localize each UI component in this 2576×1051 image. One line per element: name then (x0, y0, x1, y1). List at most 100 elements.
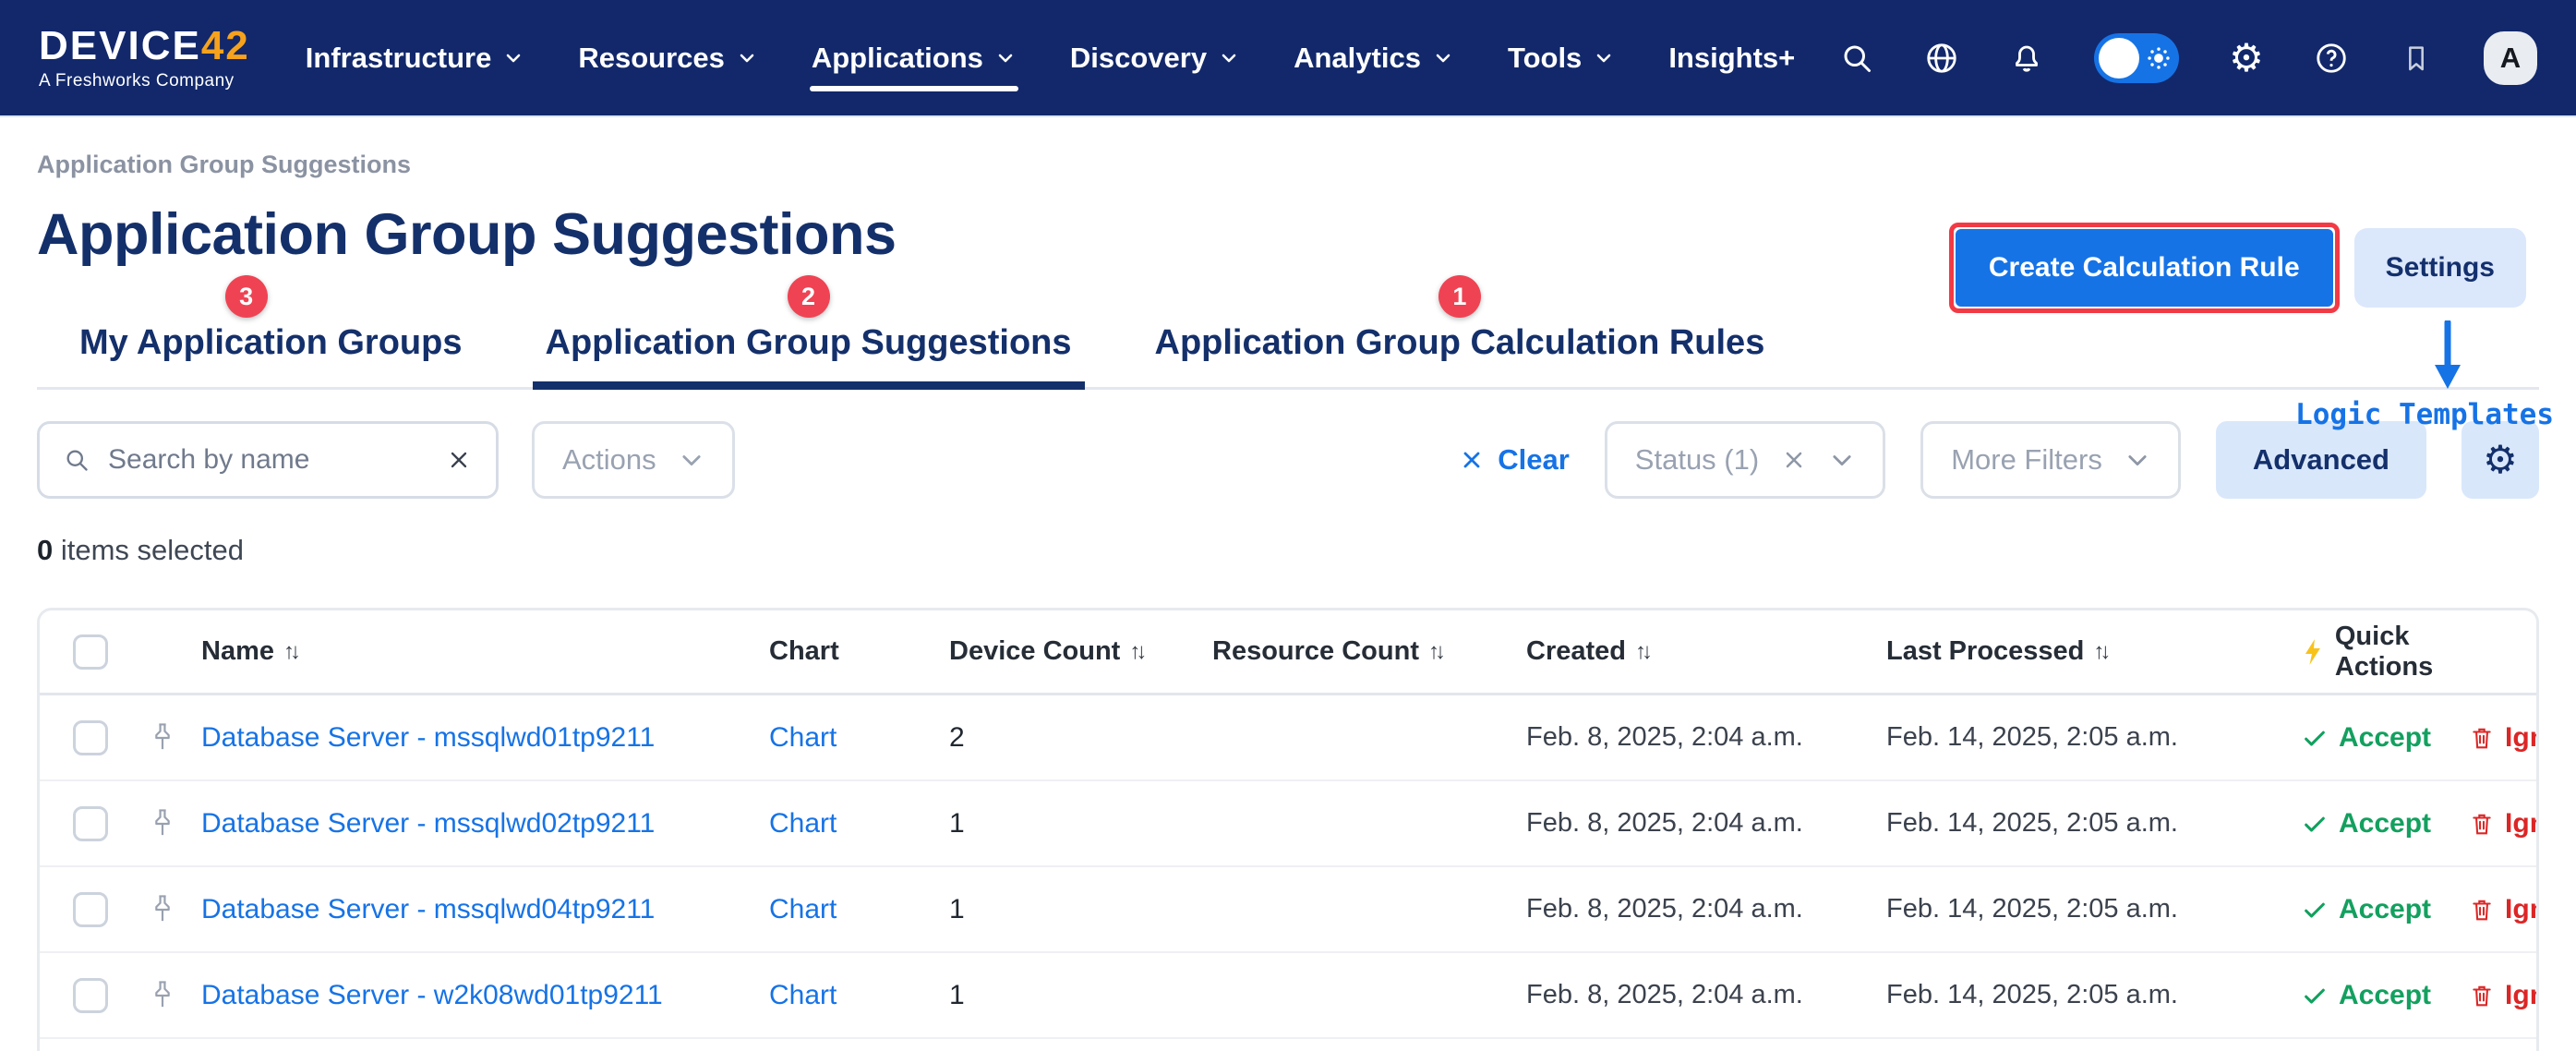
lightning-icon (2302, 637, 2324, 667)
menu-applications[interactable]: Applications (810, 19, 1018, 97)
breadcrumb: Application Group Suggestions (37, 151, 2539, 179)
logo-tagline: A Freshworks Company (39, 72, 250, 90)
created-date: Feb. 8, 2025, 2:04 a.m. (1526, 894, 1886, 924)
chart-link[interactable]: Chart (769, 722, 949, 754)
sort-icon[interactable]: ↑↓ (1635, 639, 1648, 665)
close-icon (1459, 447, 1485, 473)
table-row: Database Server - mssqlwd04tp9211 Chart … (40, 867, 2536, 953)
column-header-quick-actions: Quick Actions (2302, 622, 2536, 683)
sort-icon[interactable]: ↑↓ (1428, 639, 1441, 665)
status-filter-dropdown[interactable]: Status (1) (1605, 421, 1885, 499)
clear-search-icon[interactable] (446, 447, 472, 473)
partial-next-row (40, 1039, 2536, 1051)
ignore-button[interactable]: Ignore (2470, 722, 2539, 754)
chevron-down-icon (1829, 447, 1855, 473)
trash-icon (2470, 725, 2494, 751)
trash-icon (2470, 983, 2494, 1009)
menu-resources[interactable]: Resources (576, 19, 760, 97)
accept-button[interactable]: Accept (2302, 894, 2431, 925)
tab-application-group-calculation-rules[interactable]: 1 Application Group Calculation Rules (1142, 323, 1778, 387)
row-checkbox[interactable] (73, 892, 108, 927)
annotation-badge-1: 1 (1438, 275, 1481, 318)
menu-analytics[interactable]: Analytics (1292, 19, 1456, 97)
chart-link[interactable]: Chart (769, 980, 949, 1011)
selection-status: 0 items selected (37, 534, 2539, 567)
filter-right-group: Clear Status (1) More Filters Advanced ⚙ (1459, 421, 2539, 499)
tab-application-group-suggestions[interactable]: 2 Application Group Suggestions (533, 323, 1085, 387)
column-header-name[interactable]: Name↑↓ (201, 636, 769, 667)
gear-icon[interactable]: ⚙ (2229, 41, 2264, 76)
advanced-button[interactable]: Advanced (2216, 421, 2426, 499)
group-name-link[interactable]: Database Server - w2k08wd01tp9211 (201, 980, 769, 1011)
check-icon (2302, 725, 2328, 751)
search-icon (64, 447, 90, 473)
menu-discovery[interactable]: Discovery (1068, 19, 1242, 97)
search-box[interactable] (37, 421, 499, 499)
ignore-button[interactable]: Ignore (2470, 808, 2539, 840)
settings-button[interactable]: Settings (2354, 228, 2526, 308)
row-checkbox[interactable] (73, 720, 108, 755)
help-icon[interactable] (2314, 41, 2349, 76)
row-checkbox[interactable] (73, 978, 108, 1013)
theme-toggle[interactable] (2094, 33, 2179, 83)
column-header-last-processed[interactable]: Last Processed↑↓ (1886, 636, 2302, 667)
search-icon[interactable] (1839, 41, 1874, 76)
globe-icon[interactable] (1924, 41, 1959, 76)
tab-my-application-groups[interactable]: 3 My Application Groups (66, 323, 475, 387)
group-name-link[interactable]: Database Server - mssqlwd01tp9211 (201, 722, 769, 754)
device42-logo[interactable]: DEVICE42 A Freshworks Company (39, 26, 250, 90)
pin-icon[interactable] (123, 980, 201, 1011)
row-checkbox[interactable] (73, 806, 108, 841)
last-processed-date: Feb. 14, 2025, 2:05 a.m. (1886, 894, 2302, 924)
column-header-device-count[interactable]: Device Count↑↓ (949, 636, 1212, 667)
create-calculation-rule-button[interactable]: Create Calculation Rule (1956, 229, 2333, 307)
table-settings-gear-icon[interactable]: ⚙ (2462, 421, 2539, 499)
sort-icon[interactable]: ↑↓ (283, 639, 296, 665)
menu-infrastructure[interactable]: Infrastructure (304, 19, 527, 97)
sort-icon[interactable]: ↑↓ (1129, 639, 1142, 665)
group-name-link[interactable]: Database Server - mssqlwd04tp9211 (201, 894, 769, 925)
accept-button[interactable]: Accept (2302, 722, 2431, 754)
selected-count: 0 (37, 534, 53, 566)
header-action-buttons: Create Calculation Rule Settings (1949, 223, 2526, 313)
accept-button[interactable]: Accept (2302, 808, 2431, 840)
column-header-chart: Chart (769, 636, 949, 667)
check-icon (2302, 811, 2328, 837)
more-filters-dropdown[interactable]: More Filters (1920, 421, 2181, 499)
column-header-resource-count[interactable]: Resource Count↑↓ (1212, 636, 1526, 667)
chart-link[interactable]: Chart (769, 808, 949, 840)
menu-tools[interactable]: Tools (1506, 19, 1617, 97)
filter-toolbar: Actions Clear Status (1) More Filters Ad… (37, 421, 2539, 499)
table-row: Database Server - mssqlwd01tp9211 Chart … (40, 695, 2536, 781)
table-header-row: Name↑↓ Chart Device Count↑↓ Resource Cou… (40, 610, 2536, 695)
avatar[interactable]: A (2484, 31, 2537, 85)
created-date: Feb. 8, 2025, 2:04 a.m. (1526, 722, 1886, 753)
close-icon[interactable] (1781, 447, 1807, 473)
table-row: Database Server - w2k08wd01tp9211 Chart … (40, 953, 2536, 1039)
logic-templates-link[interactable]: Logic Templates (2295, 398, 2554, 431)
chevron-down-icon (994, 47, 1017, 69)
group-name-link[interactable]: Database Server - mssqlwd02tp9211 (201, 808, 769, 840)
clear-filters-button[interactable]: Clear (1459, 443, 1570, 477)
pin-icon[interactable] (123, 894, 201, 925)
column-header-created[interactable]: Created↑↓ (1526, 636, 1886, 667)
pin-icon[interactable] (123, 722, 201, 754)
select-all-checkbox[interactable] (73, 634, 108, 670)
search-input[interactable] (108, 444, 427, 476)
notifications-bell-icon[interactable] (2009, 41, 2044, 76)
menu-insights[interactable]: Insights+ (1667, 19, 1797, 97)
device-count: 2 (949, 722, 1212, 754)
annotation-badge-3: 3 (225, 275, 268, 318)
suggestions-table: Name↑↓ Chart Device Count↑↓ Resource Cou… (37, 608, 2539, 1051)
trash-icon (2470, 897, 2494, 923)
accept-button[interactable]: Accept (2302, 980, 2431, 1011)
pin-icon[interactable] (123, 808, 201, 840)
bookmark-icon[interactable] (2399, 41, 2434, 76)
chart-link[interactable]: Chart (769, 894, 949, 925)
actions-dropdown[interactable]: Actions (532, 421, 735, 499)
sort-icon[interactable]: ↑↓ (2093, 639, 2106, 665)
ignore-button[interactable]: Ignore (2470, 894, 2539, 925)
device-count: 1 (949, 894, 1212, 925)
ignore-button[interactable]: Ignore (2470, 980, 2539, 1011)
logo-text: DEVICE42 (39, 26, 250, 66)
